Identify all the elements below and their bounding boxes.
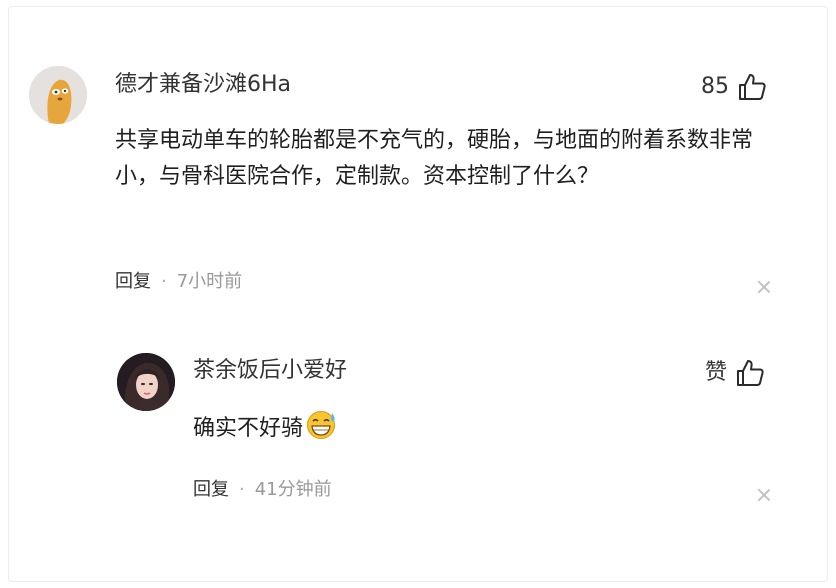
separator-dot: · xyxy=(161,271,167,292)
like-count: 85 xyxy=(701,74,729,99)
reply-text-content: 确实不好骑 xyxy=(193,416,304,441)
separator-dot: · xyxy=(239,479,245,500)
reply-button[interactable]: 回复 xyxy=(115,273,151,291)
timestamp: 41分钟前 xyxy=(254,479,332,500)
close-icon[interactable] xyxy=(757,488,771,502)
thumbs-up-icon xyxy=(739,74,766,100)
username[interactable]: 德才兼备沙滩6Ha xyxy=(115,74,291,96)
timestamp: 7小时前 xyxy=(176,271,243,292)
reply-text: 确实不好骑 xyxy=(193,410,593,447)
thumbs-up-icon xyxy=(737,360,764,386)
avatar[interactable] xyxy=(117,353,175,411)
close-icon[interactable] xyxy=(757,280,771,294)
like-button[interactable]: 85 xyxy=(701,72,767,102)
grinning-sweat-emoji-icon xyxy=(307,411,336,439)
comment-text: 共享电动单车的轮胎都是不充气的，硬胎，与地面的附着系数非常小，与骨科医院合作，定… xyxy=(115,128,754,189)
avatar[interactable] xyxy=(29,66,87,124)
reply-meta: 回复 · 41分钟前 xyxy=(193,481,332,499)
reply-button[interactable]: 回复 xyxy=(193,481,229,499)
comment-meta: 回复 · 7小时前 xyxy=(115,273,242,291)
like-label: 赞 xyxy=(705,360,728,385)
like-button[interactable]: 赞 xyxy=(705,358,765,388)
username[interactable]: 茶余饭后小爱好 xyxy=(193,360,347,382)
